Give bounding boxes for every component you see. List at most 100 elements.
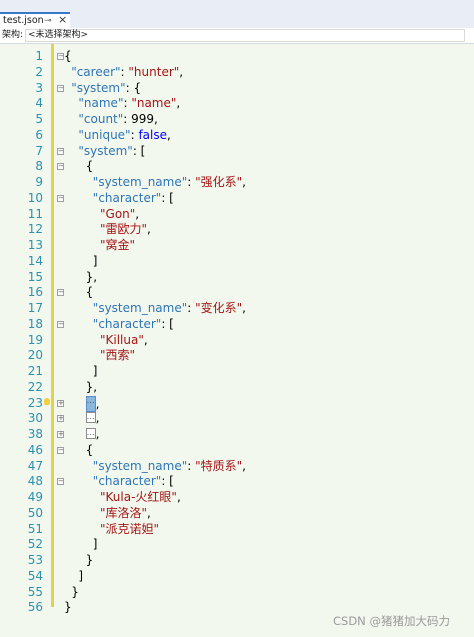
json-string: "强化系" <box>195 175 243 189</box>
json-punctuation: , <box>95 396 100 411</box>
code-line[interactable]: 49 "Kula-火红眼", <box>0 490 474 506</box>
code-text: { <box>86 159 94 175</box>
tab-test-json[interactable]: test.json ⊸ × <box>0 12 70 28</box>
collapse-icon[interactable]: − <box>57 289 64 297</box>
code-line[interactable]: 12 "雷欧力", <box>0 222 474 238</box>
json-punctuation: ] <box>92 537 98 552</box>
code-text: "Killua", <box>100 333 148 349</box>
json-keyword: false <box>138 127 167 142</box>
code-line[interactable]: 55} <box>0 585 474 601</box>
line-number: 7 <box>35 143 43 158</box>
code-line[interactable]: 21] <box>0 364 474 380</box>
collapse-icon[interactable]: − <box>57 53 64 60</box>
code-text: "character": [ <box>93 317 174 333</box>
code-line[interactable]: 38 + …, <box>0 427 474 443</box>
code-text: "Gon", <box>100 207 139 223</box>
schema-selector[interactable]: <未选择架构> <box>25 29 465 42</box>
code-line[interactable]: 8 − { <box>0 159 474 175</box>
code-line[interactable]: 19 "Killua", <box>0 333 474 349</box>
line-number: 51 <box>27 521 43 536</box>
code-line[interactable]: 2 "career": "hunter", <box>0 65 474 81</box>
json-key: "career" <box>71 64 121 79</box>
code-line[interactable]: 54] <box>0 569 474 585</box>
close-icon[interactable]: × <box>58 13 67 27</box>
code-line[interactable]: 18 − "character": [ <box>0 317 474 333</box>
line-number: 38 <box>27 427 43 441</box>
code-line[interactable]: 51 "派克诺妲" <box>0 522 474 538</box>
line-number: 30 <box>27 411 43 426</box>
code-line[interactable]: 30 + …, <box>0 411 474 427</box>
collapse-icon[interactable]: − <box>57 320 64 328</box>
code-text: { <box>64 49 72 65</box>
code-line[interactable]: 53} <box>0 553 474 569</box>
line-number: 6 <box>35 127 43 142</box>
collapsed-region[interactable]: … <box>85 428 96 439</box>
code-line[interactable]: 47 "system_name": "特质系", <box>0 459 474 475</box>
code-line[interactable]: 10 − "character": [ <box>0 191 474 207</box>
json-punctuation: , <box>147 222 151 237</box>
lightbulb-icon[interactable] <box>44 397 50 405</box>
code-text: "窝金" <box>100 238 135 254</box>
collapse-icon[interactable]: − <box>57 84 64 92</box>
collapse-icon[interactable]: − <box>57 194 64 202</box>
json-string: "库洛洛" <box>100 505 148 520</box>
code-line[interactable]: 52] <box>0 537 474 553</box>
tab-bar: test.json ⊸ × <box>0 0 474 28</box>
code-text: "库洛洛", <box>100 506 151 522</box>
code-line[interactable]: 15}, <box>0 270 474 286</box>
expand-icon[interactable]: + <box>57 399 64 407</box>
line-number: 4 <box>35 96 43 111</box>
code-line[interactable]: 23 +…, <box>0 395 474 412</box>
json-punctuation: : 999, <box>123 112 158 126</box>
collapse-icon[interactable]: − <box>57 147 64 155</box>
json-string: "Gon" <box>100 206 136 221</box>
json-punctuation: : [ <box>161 316 174 331</box>
json-punctuation: , <box>147 505 151 520</box>
expand-icon[interactable]: + <box>57 415 64 423</box>
json-punctuation: } <box>85 553 94 567</box>
line-number: 13 <box>27 238 43 252</box>
json-string: "name" <box>131 96 177 111</box>
code-line[interactable]: 13 "窝金" <box>0 238 474 254</box>
code-line[interactable]: 20 "西索" <box>0 348 474 364</box>
line-number: 46 <box>27 442 43 457</box>
code-line[interactable]: 4 "name": "name", <box>0 96 474 112</box>
code-line[interactable]: 48 − "character": [ <box>0 474 474 490</box>
line-number: 18 <box>27 316 43 331</box>
code-line[interactable]: 17 "system_name": "变化系", <box>0 301 474 317</box>
line-number: 1 <box>35 49 43 63</box>
expand-icon[interactable]: + <box>57 431 64 438</box>
json-punctuation: , <box>242 301 246 315</box>
collapse-icon[interactable]: − <box>57 446 64 454</box>
code-text: ] <box>93 254 98 270</box>
code-line[interactable]: 16 − { <box>0 285 474 301</box>
code-text: "system": [ <box>78 144 145 160</box>
collapsed-region[interactable]: … <box>85 412 96 424</box>
line-number: 50 <box>27 505 43 520</box>
line-number: 48 <box>27 474 43 489</box>
code-line[interactable]: 5 "count": 999, <box>0 112 474 128</box>
code-line[interactable]: 9 "system_name": "强化系", <box>0 175 474 191</box>
code-line[interactable]: 6 "unique": false, <box>0 128 474 144</box>
collapse-icon[interactable]: − <box>57 163 64 171</box>
code-line[interactable]: 46 − { <box>0 443 474 459</box>
json-key: "character" <box>92 316 162 331</box>
json-punctuation: { <box>85 285 94 300</box>
code-line[interactable]: 22}, <box>0 380 474 396</box>
json-key: "system" <box>71 80 126 95</box>
collapse-icon[interactable]: − <box>57 478 64 486</box>
code-line[interactable]: 14] <box>0 254 474 270</box>
code-text: "Kula-火红眼", <box>100 490 181 506</box>
code-line[interactable]: 11 "Gon", <box>0 207 474 223</box>
code-line[interactable]: 1 −{ <box>0 49 474 65</box>
json-key: "system_name" <box>92 458 188 473</box>
pin-icon[interactable]: ⊸ <box>44 14 52 28</box>
code-line[interactable]: 7 − "system": [ <box>0 144 474 160</box>
json-key: "system" <box>78 143 133 158</box>
code-line[interactable]: 50 "库洛洛", <box>0 506 474 522</box>
line-number: 49 <box>27 490 43 504</box>
json-string: "变化系" <box>195 301 243 315</box>
code-editor[interactable]: 1−{2 "career": "hunter", 3− "system": {4 "na… <box>0 44 474 637</box>
json-punctuation: { <box>85 442 94 457</box>
code-line[interactable]: 3 − "system": { <box>0 81 474 97</box>
